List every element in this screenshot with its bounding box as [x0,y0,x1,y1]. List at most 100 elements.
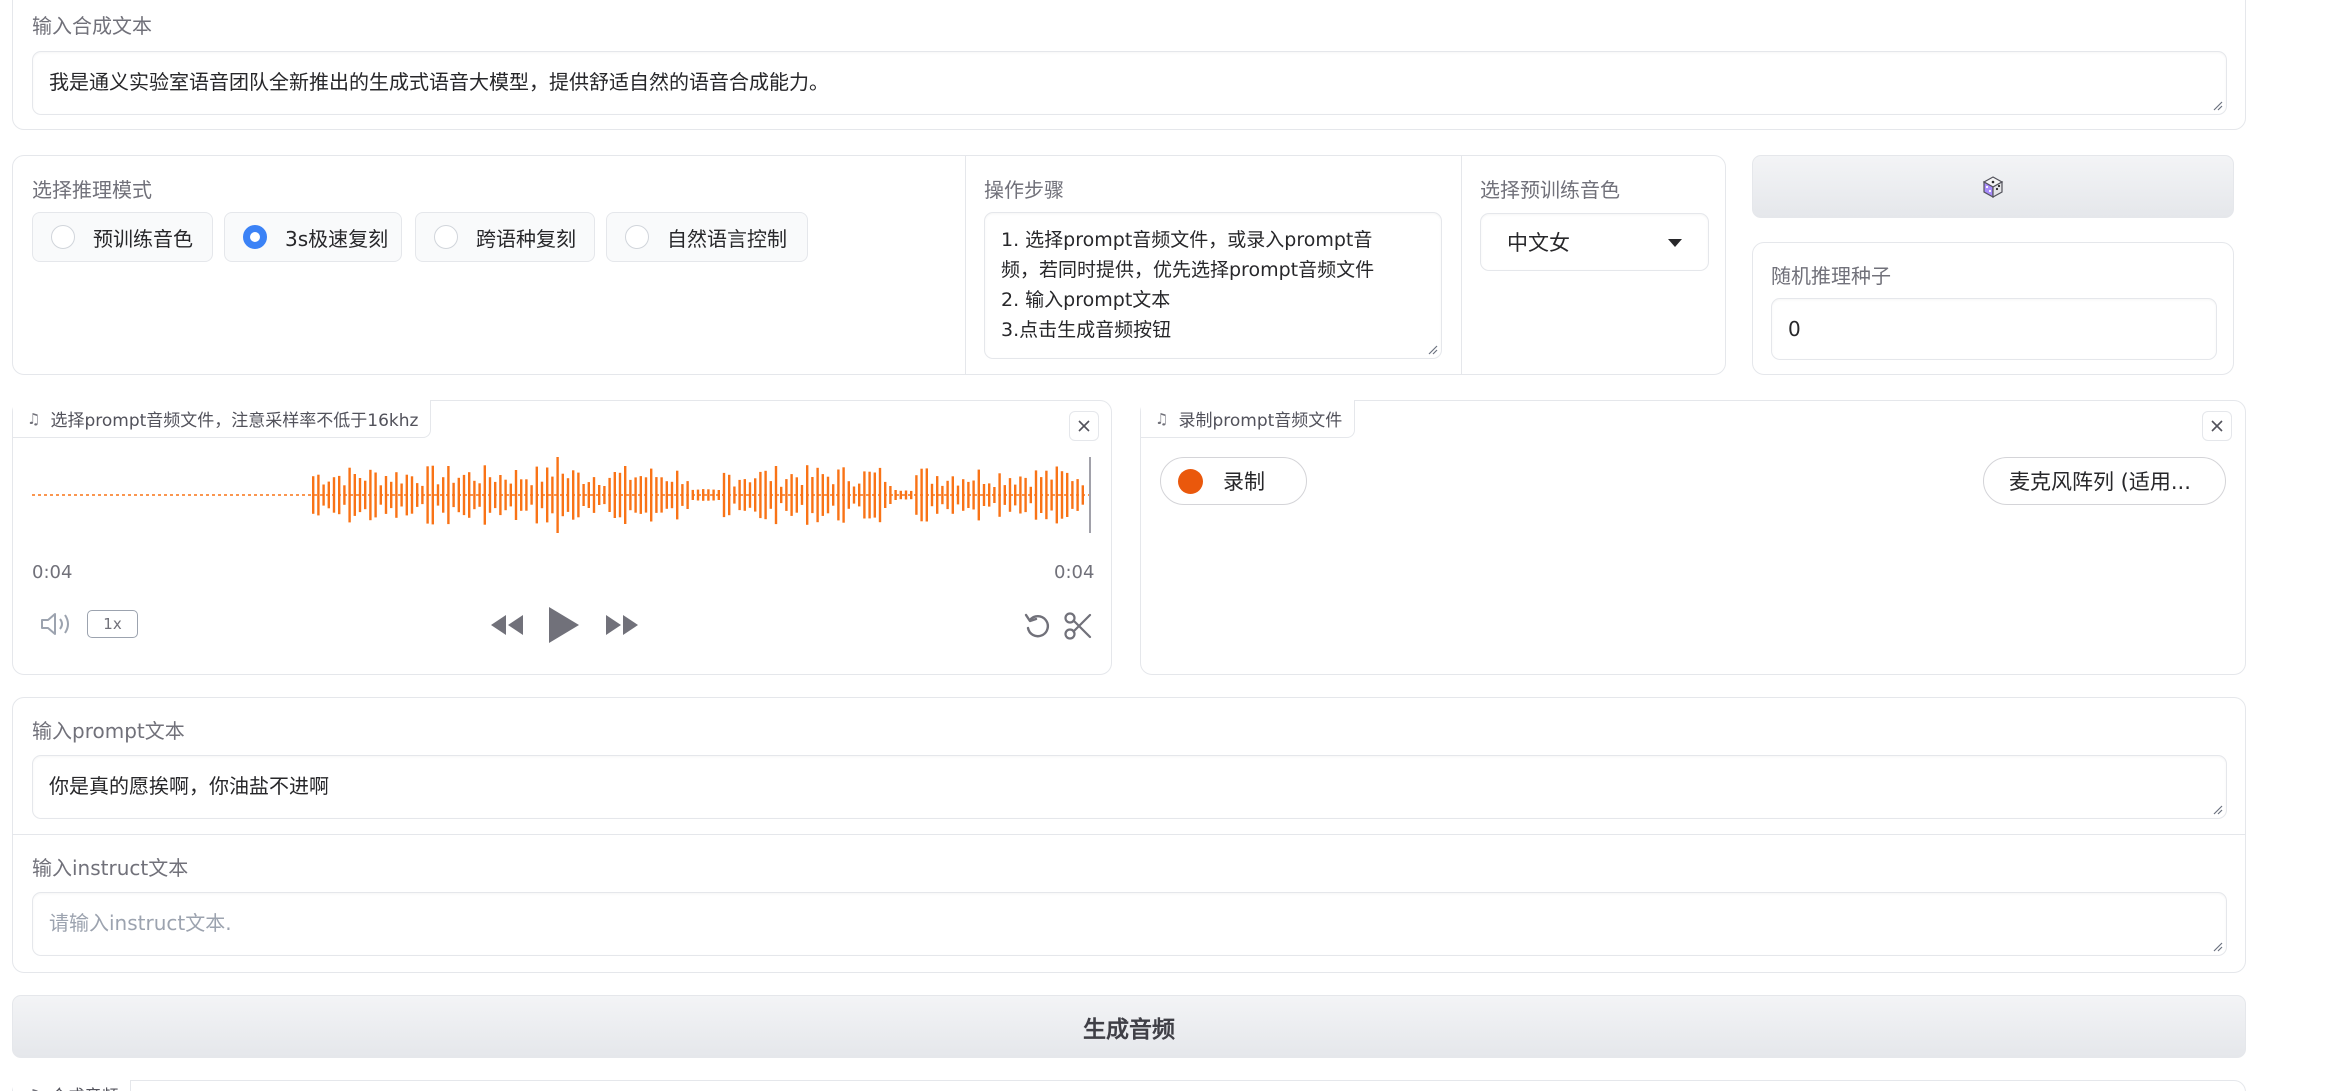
waveform-bar [618,472,622,518]
waveform-bar [691,489,694,500]
waveform-bar [764,470,767,520]
waveform-bar [1060,471,1064,519]
steps-line: 频，若同时提供，优先选择prompt音频文件 [1001,259,1375,281]
waveform-bar [1024,477,1027,513]
radio-circle [625,225,649,249]
volume-icon[interactable] [40,611,74,637]
waveform-bar [681,484,684,506]
output-audio-tab: ♫ 合成音频 [13,1080,132,1091]
resize-handle-icon[interactable] [2213,942,2223,952]
resize-handle-icon[interactable] [1428,345,1438,355]
waveform-bar [634,477,637,513]
waveform-bar [816,467,819,523]
waveform-bar [483,465,486,525]
waveform-bar [338,475,341,515]
mode-option-label: 3s极速复刻 [285,226,389,251]
waveform-bar [852,486,856,504]
waveform-bar [566,478,570,512]
steps-field[interactable]: 1. 选择prompt音频文件，或录入prompt音 频，若同时提供，优先选择p… [984,212,1442,359]
waveform-bar [738,479,741,511]
music-note-icon: ♫ [27,1086,40,1091]
waveform-bar [353,474,356,516]
waveform-bar [811,477,814,514]
waveform-bar [884,481,887,508]
waveform-bar [863,471,866,519]
waveform-bar [462,474,466,516]
instruct-text-label: 输入instruct文本 [32,856,189,880]
skip-forward-icon[interactable] [604,613,640,637]
mode-option-cross-lingual[interactable]: 跨语种复刻 [415,212,595,262]
waveform-bar [930,483,934,507]
waveform-bar [826,476,830,514]
waveform-bar [993,487,996,503]
generate-audio-button[interactable]: 生成音频 [12,995,2246,1058]
close-icon [2211,420,2223,432]
instruct-text-field[interactable]: 请输入instruct文本. [32,892,2227,956]
mode-option-3s-clone[interactable]: 3s极速复刻 [224,212,402,262]
clear-audio-button[interactable] [1069,411,1099,441]
waveform-bar [603,486,606,505]
radio-circle [51,225,75,249]
tts-input-field[interactable]: 我是通义实验室语音团队全新推出的生成式语音大模型，提供舒适自然的语音合成能力。 [32,51,2227,115]
radio-circle-checked [243,225,267,249]
waveform-bar [660,477,663,513]
waveform-bar [962,479,965,511]
record-button[interactable]: 录制 [1160,457,1307,505]
waveform-bar [946,480,949,510]
waveform-bar [972,480,975,510]
trim-scissors-icon[interactable] [1063,611,1093,641]
waveform-bar [613,472,616,518]
waveform-bar [405,474,408,516]
waveform-bar [769,481,772,509]
waveform-bar [442,477,445,513]
waveform-bar [509,483,512,507]
mode-option-pretrained[interactable]: 预训练音色 [32,212,213,262]
waveform-bar [977,469,980,521]
waveform-bar [1076,479,1079,511]
waveform-bar [904,490,908,500]
tts-input-value: 我是通义实验室语音团队全新推出的生成式语音大模型，提供舒适自然的语音合成能力。 [49,70,829,94]
waveform-bar [416,483,419,507]
mode-option-instruct[interactable]: 自然语言控制 [606,212,808,262]
time-total: 0:04 [1054,562,1095,583]
random-seed-button[interactable] [1752,155,2234,218]
record-button-label: 录制 [1223,470,1265,494]
seed-label: 随机推理种子 [1771,264,1891,288]
microphone-select[interactable]: 麦克风阵列 (适用... [1983,457,2226,505]
waveform-bar [650,468,653,522]
waveform-bar [748,482,752,508]
close-icon [1078,420,1090,432]
waveform-bar [592,477,596,513]
waveform-bar [920,468,923,522]
playback-speed-button[interactable]: 1x [87,610,138,638]
waveform-bar [572,470,575,520]
waveform-bar [951,476,954,514]
waveform-bar [327,481,330,509]
waveform-bar [686,481,689,509]
reset-icon[interactable] [1023,611,1053,641]
voice-dropdown[interactable]: 中文女 [1480,213,1709,271]
divider [1461,155,1462,375]
waveform-bar [514,470,518,520]
waveform-bar [832,484,835,506]
play-icon[interactable] [547,605,581,645]
waveform-bar [754,478,757,512]
clear-recording-button[interactable] [2202,411,2232,441]
instruct-text-placeholder: 请输入instruct文本. [49,911,232,935]
waveform-bar [1071,481,1074,509]
prompt-text-field[interactable]: 你是真的愿挨啊，你油盐不进啊 [32,755,2227,819]
resize-handle-icon[interactable] [2213,805,2223,815]
waveform-bar [915,475,918,515]
waveform-bar [577,472,580,518]
waveform-bar [400,483,403,507]
seed-input[interactable]: 0 [1771,298,2217,360]
waveform-bar [894,490,897,500]
waveform-bar [317,474,320,516]
waveform-bar [759,471,762,519]
waveform-bar [785,479,788,511]
audio-waveform[interactable] [32,455,1092,535]
mode-option-label: 跨语种复刻 [476,226,576,251]
skip-backward-icon[interactable] [489,613,525,637]
resize-handle-icon[interactable] [2213,101,2223,111]
waveform-bar [941,485,944,505]
